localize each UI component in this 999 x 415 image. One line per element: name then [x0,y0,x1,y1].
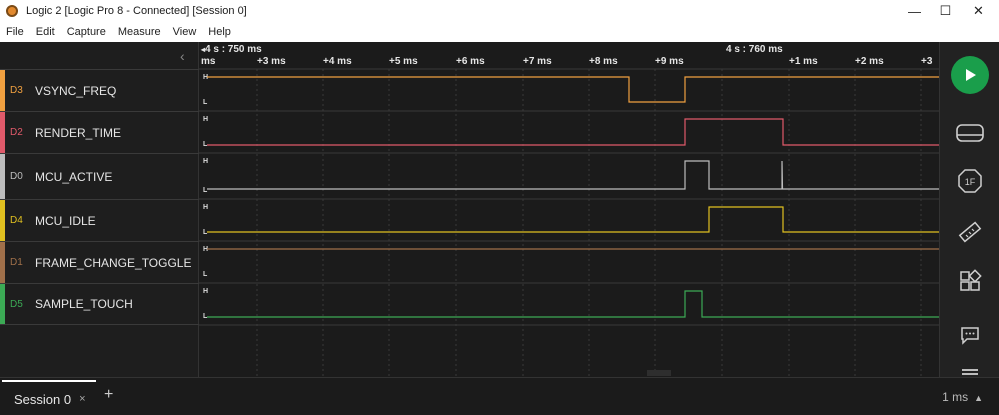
channel-id: D2 [10,127,23,138]
grid-lines [256,69,922,377]
channel-row-d4[interactable]: D4 MCU_IDLE [0,199,199,241]
chevron-left-icon[interactable]: ‹ [180,48,185,64]
low-label: L [203,99,208,106]
tick-label: +8 ms [589,56,618,67]
zoom-level-text: 1 ms [942,390,969,404]
horizontal-scroll-handle[interactable] [647,370,671,376]
close-tab-icon[interactable]: × [79,393,85,405]
channel-name: MCU_IDLE [35,213,96,228]
menu-capture[interactable]: Capture [67,26,106,38]
waveform-mcu-idle [207,206,939,233]
notes-chat-icon [961,327,979,345]
low-label: L [203,271,208,278]
channel-row-d0[interactable]: D0 MCU_ACTIVE [0,153,199,199]
tick-label: +1 ms [789,56,818,67]
timeline-start-label: ◂4 s : 750 ms [201,44,262,55]
channel-name: MCU_ACTIVE [35,169,113,184]
protocol-button[interactable]: 1F [955,166,985,196]
channel-name: RENDER_TIME [35,125,122,140]
tick-label: +3 ms [257,56,286,67]
window-title: Logic 2 [Logic Pro 8 - Connected] [Sessi… [26,5,247,17]
title-bar: Logic 2 [Logic Pro 8 - Connected] [Sessi… [0,0,999,22]
menu-view[interactable]: View [173,26,197,38]
tick-label: +5 ms [389,56,418,67]
tick-label: +7 ms [523,56,552,67]
add-session-button[interactable]: + [104,386,113,404]
notes-button[interactable] [955,320,985,350]
channel-color-bar [0,70,5,111]
channel-id: D3 [10,85,23,96]
channel-name: SAMPLE_TOUCH [35,297,133,311]
channel-row-d3[interactable]: D3 VSYNC_FREQ [0,69,199,111]
caret-up-icon: ▲ [974,393,983,403]
high-label: H [203,116,208,123]
menu-button[interactable] [955,360,985,376]
channel-id: D5 [10,298,23,310]
tick-label: +6 ms [456,56,485,67]
channel-color-bar [0,242,5,283]
channel-name: VSYNC_FREQ [35,83,117,98]
channel-name: FRAME_CHANGE_TOGGLE [35,255,192,270]
channel-id: D0 [10,171,23,182]
channel-color-bar [0,284,5,324]
row-separators [199,68,939,326]
channel-id: D4 [10,215,23,226]
extensions-button[interactable] [955,266,985,296]
waveform-canvas: H L H L H L H L H L H L [199,68,939,377]
session-tab-label: Session 0 [14,391,72,407]
svg-text:1F: 1F [965,177,976,187]
zoom-level[interactable]: 1 ms ▲ [942,390,983,404]
start-capture-button[interactable] [951,56,989,94]
menu-measure[interactable]: Measure [118,26,161,38]
play-icon [966,69,976,81]
tick-label: +4 ms [323,56,352,67]
low-label: L [203,187,208,194]
menu-lines-icon [962,369,978,375]
protocol-1f-icon: 1F [958,169,982,193]
timeline-start-text: 4 s : 750 ms [205,44,262,55]
tick-label: ms [201,56,216,67]
measure-ruler-icon [958,221,982,243]
menu-help[interactable]: Help [208,26,231,38]
tick-label: +9 ms [655,56,684,67]
channel-color-bar [0,112,5,153]
channel-color-bar [0,154,5,199]
channel-row-d2[interactable]: D2 RENDER_TIME [0,111,199,153]
high-label: H [203,158,208,165]
waveform-sample-touch [207,290,939,318]
waveform-view[interactable]: H L H L H L H L H L H L ◂4 s : 750 ms 4 … [199,42,939,377]
measure-button[interactable] [955,217,985,247]
analyzers-button[interactable] [955,118,985,148]
minimize-button[interactable]: — [898,0,931,22]
analyzers-icon [956,124,984,142]
waveform-mcu-active [207,160,939,190]
menu-edit[interactable]: Edit [36,26,55,38]
logic2-app: Logic 2 [Logic Pro 8 - Connected] [Sessi… [0,0,999,415]
channel-id: D1 [10,257,23,268]
close-button[interactable]: ✕ [962,0,995,22]
high-label: H [203,204,208,211]
high-label: H [203,288,208,295]
waveform-render-time [207,118,939,146]
menu-file[interactable]: File [6,26,24,38]
maximize-button[interactable]: ☐ [929,0,962,22]
session-tab[interactable]: Session 0 × [2,380,96,415]
waveform-vsync-freq [207,76,939,103]
channel-color-bar [0,200,5,241]
logic-gear-icon [6,5,18,17]
menu-bar: File Edit Capture Measure View Help [0,22,999,42]
tick-label: +2 ms [855,56,884,67]
tick-label: +3 [921,56,933,67]
extensions-grid-icon [960,269,982,291]
timeline-mid-label: 4 s : 760 ms [726,44,783,55]
channel-row-d1[interactable]: D1 FRAME_CHANGE_TOGGLE [0,241,199,283]
session-bar: Session 0 × + 1 ms ▲ [0,377,999,415]
right-sidebar: 1F [939,42,999,377]
channel-list: ‹ D3 VSYNC_FREQ D2 RENDER_TIME D0 MCU_AC… [0,42,199,377]
channel-row-d5[interactable]: D5 SAMPLE_TOUCH [0,283,199,325]
